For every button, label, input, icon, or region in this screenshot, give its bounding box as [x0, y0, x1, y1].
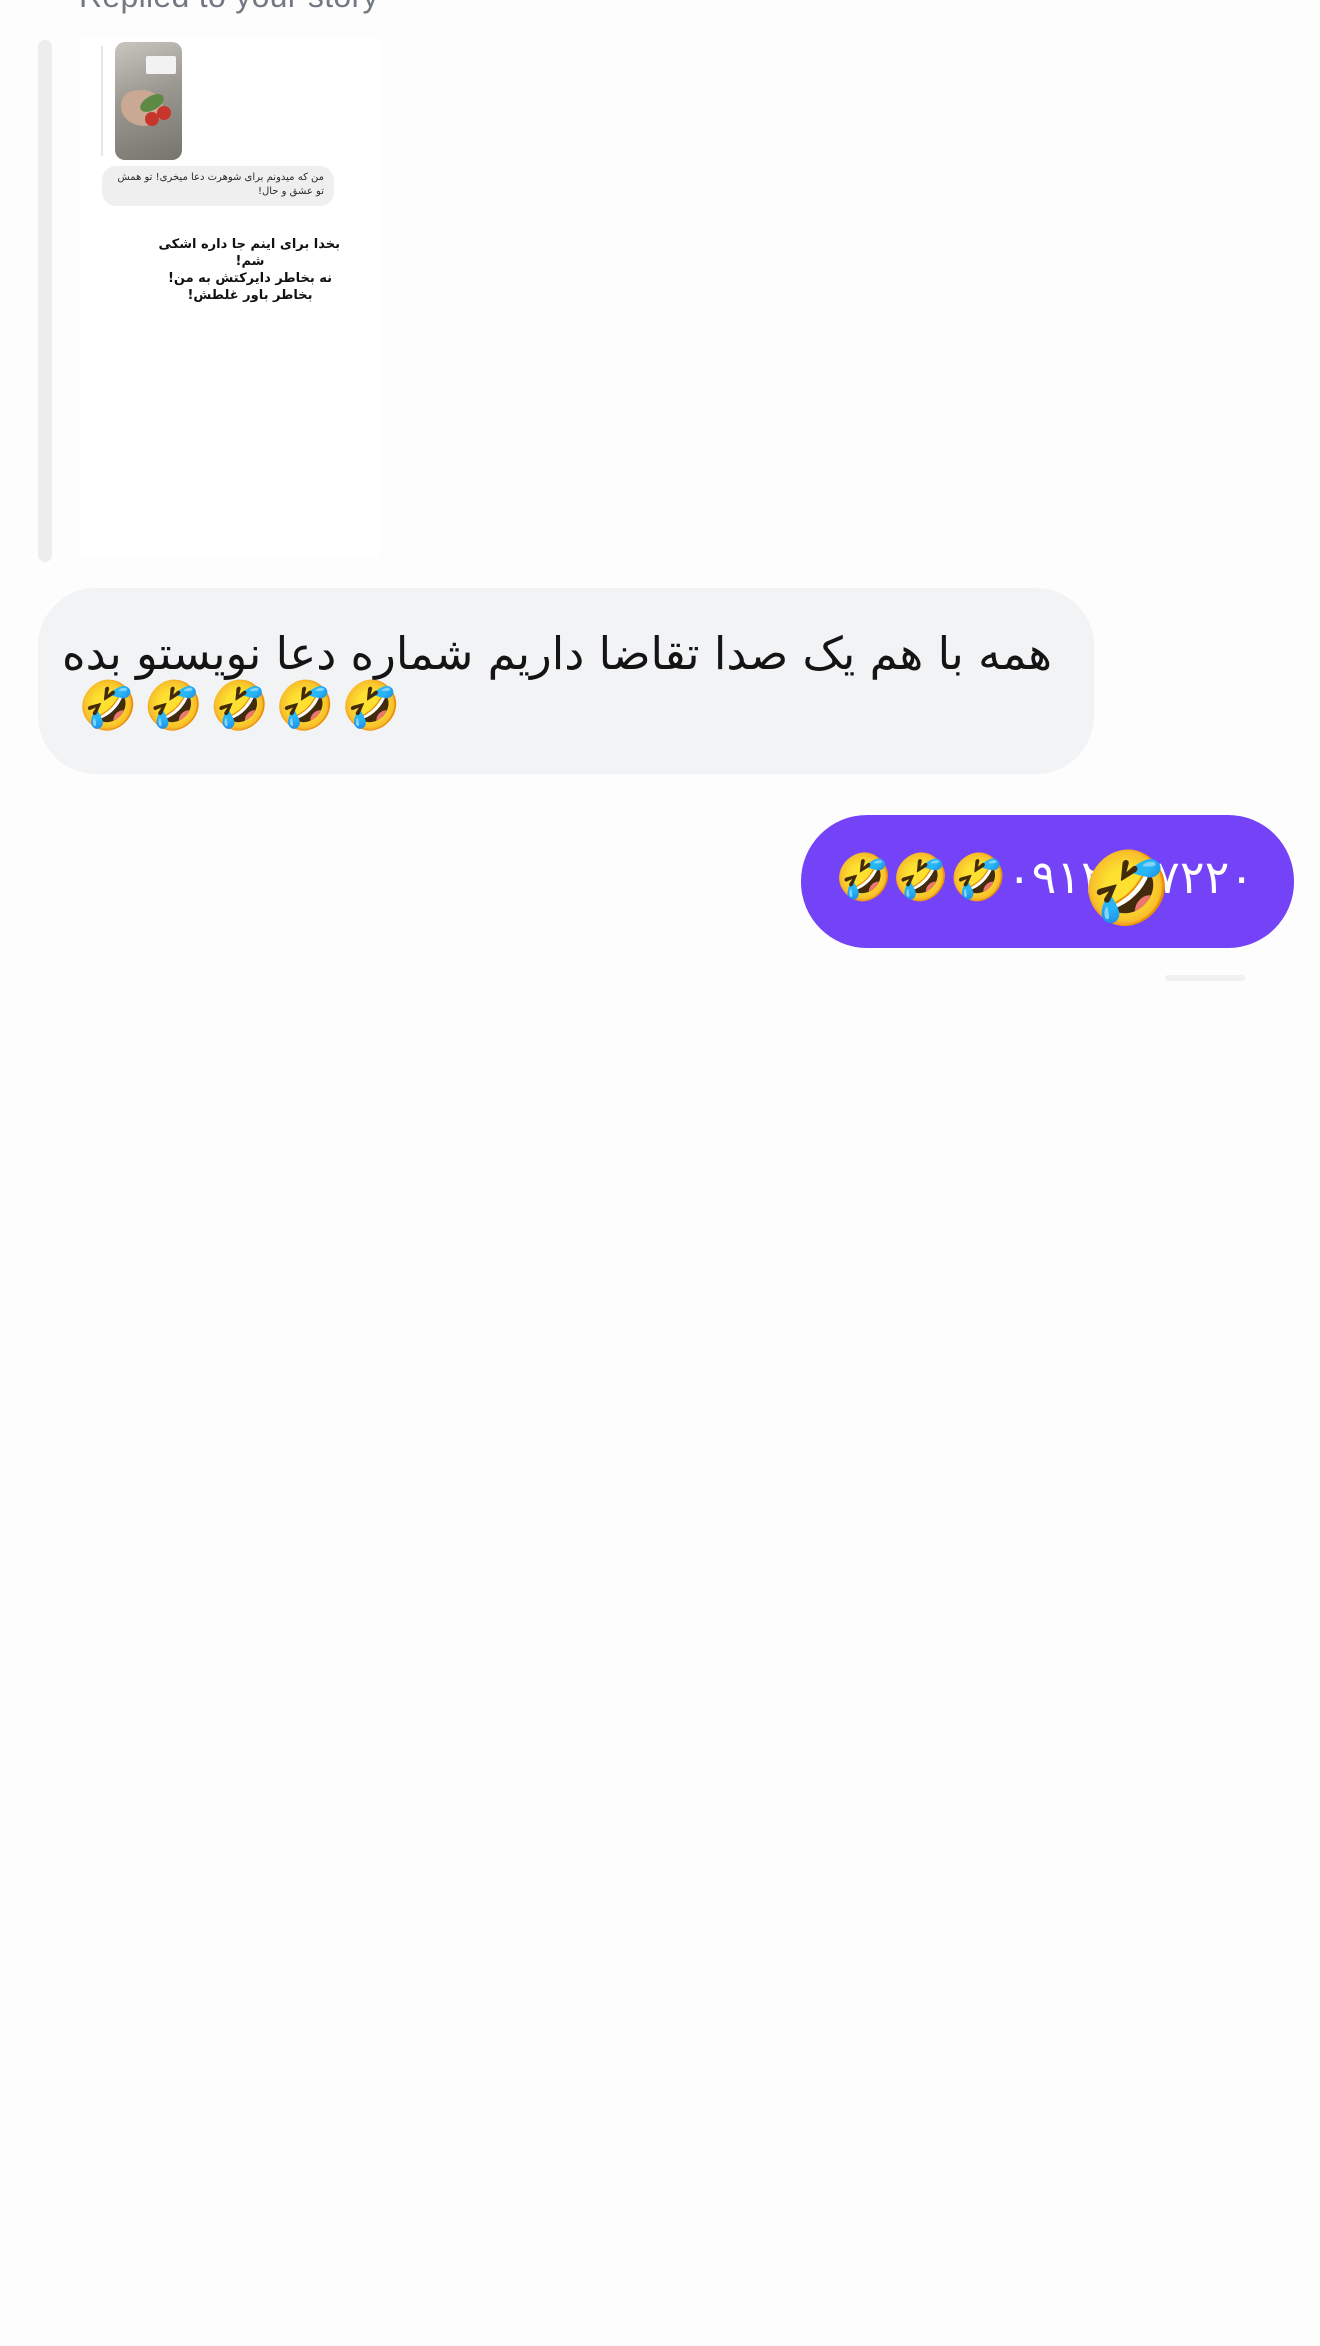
outgoing-message-bubble[interactable]: ۰۹۱۲۲۸۷۲۲۰🤣🤣🤣 [801, 815, 1294, 948]
story-quote-line-2: شم! [235, 254, 265, 269]
outgoing-message-text: ۰۹۱۲۲۸۷۲۲۰🤣🤣🤣 [835, 850, 1254, 904]
story-reply-preview[interactable]: من که میدونم برای شوهرت دعا میخری! تو هم… [80, 38, 380, 558]
message-reaction-emoji[interactable]: 🤣 [1082, 846, 1172, 930]
thumbnail-tomato [157, 106, 171, 120]
reaction-shadow [1165, 975, 1245, 981]
incoming-message-bubble[interactable]: همه با هم یک صدا تقاضا داریم شماره دعا ن… [38, 588, 1094, 774]
dm-conversation: Replied to your story من که میدونم برای … [0, 0, 1320, 2346]
story-quote-line-1: بخدا برای اینم جا داره اشکی [158, 237, 340, 252]
story-quote-line-4: بخاطر باور غلطش! [187, 288, 313, 303]
thumbnail-card [146, 56, 176, 74]
story-quote-line-3: نه بخاطر دایرکتش به من! [167, 271, 333, 286]
reply-thread-bar [38, 40, 52, 562]
story-quote-text: بخدا برای اینم جا داره اشکی شم! نه بخاطر… [158, 236, 340, 304]
story-caption: من که میدونم برای شوهرت دعا میخری! تو هم… [102, 166, 334, 206]
story-thumbnail[interactable] [115, 42, 182, 160]
replied-to-story-label: Replied to your story [79, 0, 379, 15]
incoming-message-emojis: 🤣🤣🤣🤣🤣 [78, 678, 407, 734]
story-quote-line [101, 46, 103, 156]
